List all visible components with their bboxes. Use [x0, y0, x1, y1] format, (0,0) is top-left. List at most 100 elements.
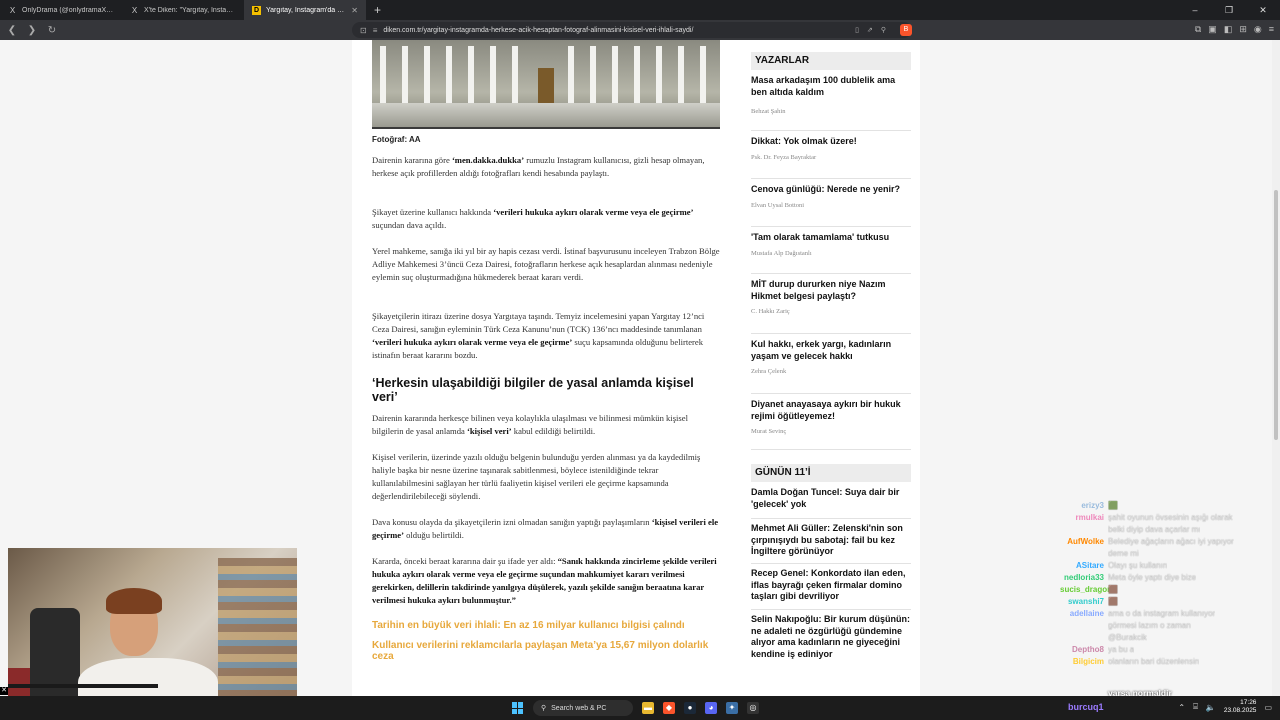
taskbar-search[interactable]: ⚲ Search web & PC	[533, 700, 633, 716]
chat-text: şahit oyunun övsesinin aşığı olarak	[1108, 513, 1233, 522]
article-paragraph: Dava konusu olayda da şikayetçilerin izn…	[372, 517, 719, 540]
columnist-author: Behzat Şahin	[751, 108, 786, 115]
app-icon[interactable]: ✦	[726, 702, 738, 714]
zoom-icon[interactable]: ⚲	[881, 26, 886, 34]
chat-message: Deptho8 ya bu a	[1060, 644, 1270, 656]
rewards-icon[interactable]: ◉	[1254, 24, 1262, 35]
scrollbar-thumb[interactable]	[1274, 190, 1278, 440]
close-icon[interactable]: ✕	[0, 687, 8, 695]
extensions-icon[interactable]: ⧉	[1195, 24, 1201, 35]
columnist-title[interactable]: Masa arkadaşım 100 dublelik ama ben altı…	[751, 75, 911, 98]
chat-username: nedloria33	[1063, 573, 1104, 582]
related-link[interactable]: Kullanıcı verilerini reklamcılarla payla…	[372, 640, 720, 662]
clock[interactable]: 17:26 23.08.2025	[1224, 699, 1257, 715]
back-arrow-icon[interactable]: ❮	[4, 25, 20, 36]
columnist-item[interactable]: Diyanet anayasaya aykırı bir hukuk rejim…	[751, 394, 911, 450]
reload-icon[interactable]: ↻	[44, 25, 60, 36]
article-paragraph: Kişisel verilerin, üzerinde yazılı olduğ…	[372, 452, 701, 501]
chat-username	[1060, 524, 1104, 536]
share-icon[interactable]: ⇗	[867, 26, 873, 34]
steam-icon[interactable]: ●	[684, 702, 696, 714]
columnist-title[interactable]: Kul hakkı, erkek yargı, kadınların yaşam…	[751, 339, 911, 362]
daily-pick-item[interactable]: Mehmet Ali Güller: Zelenski'nin son çırp…	[751, 519, 911, 564]
daily-pick-title[interactable]: Selin Nakıpoğlu: Bir kurum düşünün: ne a…	[751, 614, 911, 660]
columnist-item[interactable]: 'Tam olarak tamamlama' tutkusu Mustafa A…	[751, 227, 911, 274]
chat-message: belki diyip dava açarlar mı	[1060, 524, 1270, 536]
chat-text: Meta öyle yaptı diye bize	[1108, 573, 1197, 582]
brave-browser-icon[interactable]: ◆	[663, 702, 675, 714]
daily-pick-item[interactable]: Damla Doğan Tuncel: Suya dair bir 'gelec…	[751, 487, 911, 519]
forward-arrow-icon[interactable]: ❯	[24, 25, 40, 36]
daily-pick-item[interactable]: Recep Genel: Konkordato ilan eden, iflas…	[751, 564, 911, 610]
obs-icon[interactable]: ◎	[747, 702, 759, 714]
article-paragraph: Yerel mahkeme, sanığa iki yıl bir ay hap…	[372, 246, 720, 282]
columnist-title[interactable]: Dikkat: Yok olmak üzere!	[751, 136, 911, 148]
columnist-title[interactable]: MİT durup dururken niye Nazım Hikmet bel…	[751, 279, 911, 302]
columnist-item[interactable]: Masa arkadaşım 100 dublelik ama ben altı…	[751, 75, 911, 131]
tab-diken-article[interactable]: D Yargıtay, Instagram'da herkese a... ✕	[244, 0, 366, 20]
stream-chat: erizy3 🟩 rmulkai şahit oyunun övsesinin aşı…	[1060, 500, 1270, 668]
tray-chevron-icon[interactable]: ⌃	[1178, 703, 1185, 712]
daily-pick-item[interactable]: Selin Nakıpoğlu: Bir kurum düşünün: ne a…	[751, 610, 911, 670]
daily-pick-title[interactable]: Mehmet Ali Güller: Zelenski'nin son çırp…	[751, 523, 911, 558]
columnist-title[interactable]: Diyanet anayasaya aykırı bir hukuk rejim…	[751, 399, 911, 422]
article-subheading: ‘Herkesin ulaşabildiği bilgiler de yasal…	[372, 376, 694, 404]
menu-icon[interactable]: ≡	[1269, 24, 1274, 35]
chat-message: @Burakcik	[1060, 632, 1270, 644]
chat-username: rmulkai	[1075, 513, 1104, 522]
volume-icon[interactable]: 🔈	[1206, 703, 1216, 712]
tab-x-diken[interactable]: X X'te Diken: "Yargıtay, Instagram'da h.…	[122, 0, 244, 20]
chat-text: deme mi	[1108, 549, 1139, 558]
columnist-item[interactable]: Dikkat: Yok olmak üzere! Psk. Dr. Feyza …	[751, 131, 911, 179]
chat-username: adellaine	[1069, 609, 1104, 618]
article-paragraph: Dairenin kararında herkesçe bilinen veya…	[372, 413, 688, 436]
tab-onlydrama[interactable]: X OnlyDrama (@onlydramaX) / X	[0, 0, 122, 20]
windows-start-icon[interactable]	[512, 702, 524, 714]
bookmark-icon[interactable]: ⊡	[360, 26, 367, 35]
reader-mode-icon[interactable]: ▯	[855, 26, 859, 34]
columnist-item[interactable]: Kul hakkı, erkek yargı, kadınların yaşam…	[751, 334, 911, 394]
notifications-icon[interactable]: ▭	[1264, 703, 1272, 712]
maximize-button[interactable]: ❐	[1212, 5, 1246, 16]
tab-label: OnlyDrama (@onlydramaX) / X	[22, 6, 114, 14]
url-field[interactable]: ⊡ ≡ diken.com.tr/yargitay-instagramda-he…	[352, 22, 912, 38]
related-link[interactable]: Tarihin en büyük veri ihlali: En az 16 m…	[372, 620, 720, 631]
minimize-button[interactable]: –	[1178, 5, 1212, 16]
new-tab-button[interactable]: +	[366, 3, 389, 17]
columnist-author: Murat Sevinç	[751, 428, 787, 435]
chat-message: swanshi7 🟫	[1060, 596, 1270, 608]
close-tab-icon[interactable]: ✕	[351, 6, 358, 15]
brave-shields-icon[interactable]: B	[900, 24, 912, 36]
columnist-item[interactable]: MİT durup dururken niye Nazım Hikmet bel…	[751, 274, 911, 334]
yazarlar-heading: YAZARLAR	[751, 52, 911, 70]
columnist-author: Elvan Uysal Bottoni	[751, 201, 805, 209]
file-explorer-icon[interactable]: ▬	[642, 702, 654, 714]
network-icon[interactable]: ⌸	[1193, 702, 1198, 712]
chat-message: sucis_dragon 🟫	[1060, 584, 1270, 596]
diken-favicon-icon: D	[252, 5, 261, 15]
browser-tab-bar: X OnlyDrama (@onlydramaX) / X X X'te Dik…	[0, 0, 1280, 20]
chat-text: ama o da instagram kullanıyor	[1108, 609, 1216, 618]
columnist-item[interactable]: Cenova günlüğü: Nerede ne yenir? Elvan U…	[751, 179, 911, 227]
discord-icon[interactable]: ◕	[705, 702, 717, 714]
sidebar: YAZARLAR Masa arkadaşım 100 dublelik ama…	[751, 40, 911, 670]
chat-username: Bilgicim	[1072, 657, 1104, 666]
chat-text: görmesi lazım o zaman	[1108, 621, 1191, 630]
wallet-icon[interactable]: ▣	[1208, 24, 1217, 35]
system-tray: ⌃ ⌸ 🔈 17:26 23.08.2025 ▭	[1178, 699, 1272, 715]
stream-username: burcuq1	[1068, 702, 1104, 712]
window-controls: – ❐ ✕	[1178, 5, 1280, 16]
sidebar-icon[interactable]: ◧	[1224, 24, 1233, 35]
daily-pick-title[interactable]: Recep Genel: Konkordato ilan eden, iflas…	[751, 568, 911, 603]
chat-username	[1060, 548, 1104, 560]
x-logo-icon: X	[131, 5, 138, 15]
vpn-icon[interactable]: ⊞	[1239, 24, 1247, 35]
article-photo	[372, 40, 720, 129]
columnist-title[interactable]: 'Tam olarak tamamlama' tutkusu	[751, 232, 911, 244]
site-info-icon[interactable]: ≡	[373, 26, 378, 35]
columnist-title[interactable]: Cenova günlüğü: Nerede ne yenir?	[751, 184, 911, 196]
close-window-button[interactable]: ✕	[1246, 5, 1280, 16]
chat-message: deme mi	[1060, 548, 1270, 560]
x-logo-icon: X	[9, 5, 16, 15]
daily-pick-title[interactable]: Damla Doğan Tuncel: Suya dair bir 'gelec…	[751, 487, 911, 510]
